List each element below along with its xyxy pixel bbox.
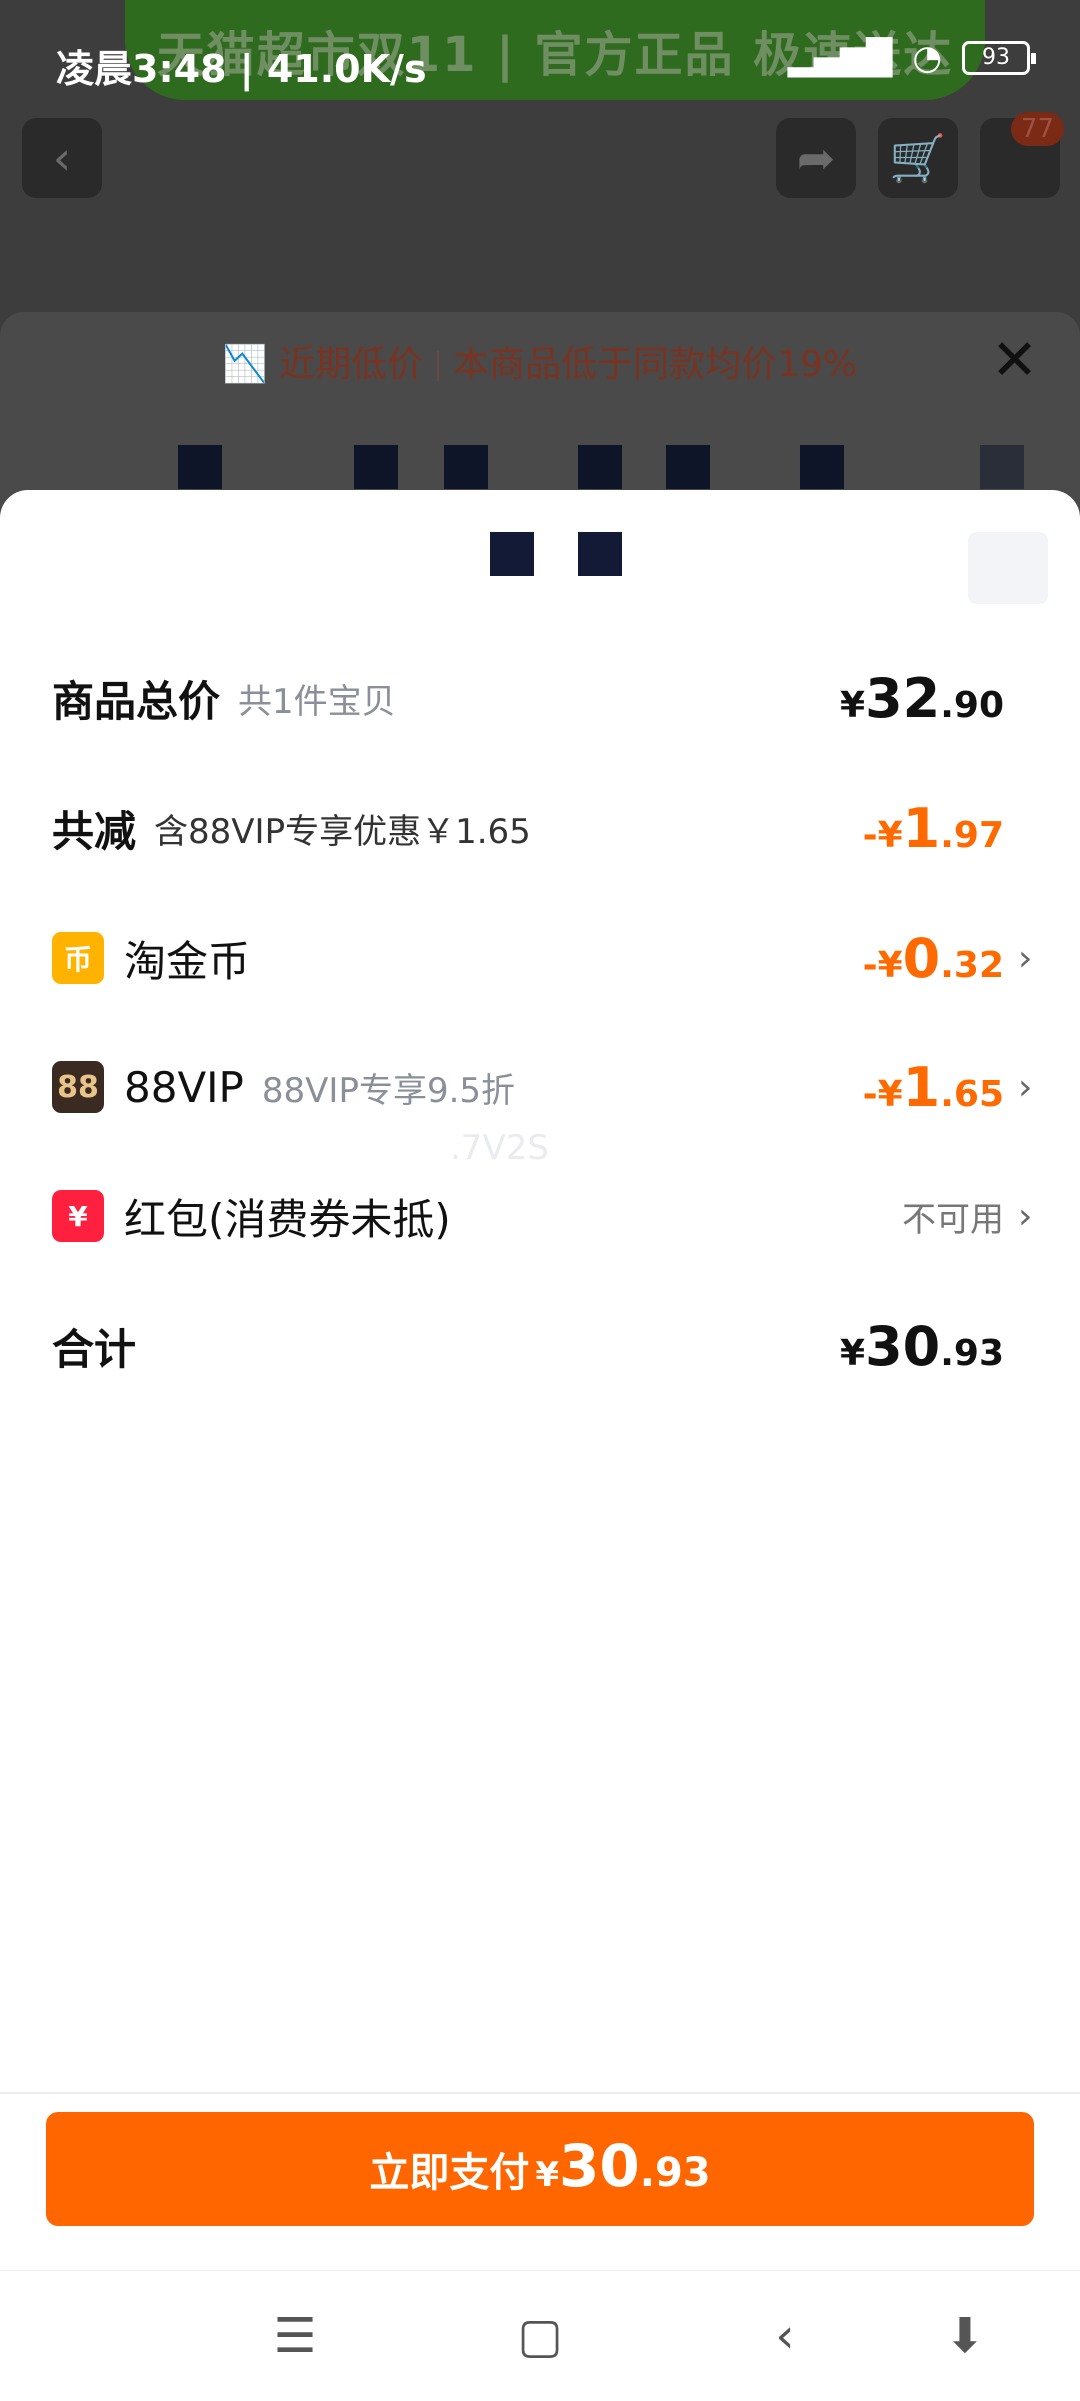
back-icon[interactable]: ‹ (22, 118, 102, 198)
vip-amount: -¥ 1.65 (862, 1055, 1004, 1119)
coin-label: 淘金币 (124, 936, 251, 986)
sum-amount: ¥30.93 (840, 1314, 1004, 1378)
divider (0, 2092, 1080, 2094)
close-icon[interactable]: ✕ (991, 333, 1038, 389)
pay-label: 立即支付 (369, 2150, 530, 2196)
home-icon[interactable]: ▢ (505, 2301, 575, 2371)
low-price-desc: 本商品低于同款均价19% (453, 344, 858, 385)
variant-thumb[interactable] (578, 445, 622, 489)
watermark: .7V2S (450, 1128, 549, 1168)
vip-sub: 88VIP专享9.5折 (261, 1070, 516, 1111)
coin-amount: -¥ 0.32 (862, 926, 1004, 990)
coin-icon: 币 (52, 932, 104, 984)
row-coin[interactable]: 币 淘金币 -¥ 0.32 › (52, 918, 1040, 998)
vip-icon: 88 (52, 1061, 104, 1113)
sheet-handle-block (578, 532, 622, 576)
status-time-speed: 凌晨3:48 | 41.0K/s (56, 47, 427, 91)
pay-now-button[interactable]: 立即支付 ¥30.93 (46, 2112, 1034, 2226)
total-amount: ¥32.90 (840, 666, 1004, 730)
menu-icon[interactable]: ☰ (260, 2301, 330, 2371)
signal-icon: ▂▄▆█ (787, 38, 893, 78)
back-nav-icon[interactable]: ‹ (750, 2301, 820, 2371)
variant-thumb[interactable] (354, 445, 398, 489)
variant-thumb[interactable] (800, 445, 844, 489)
vip-label: 88VIP (124, 1062, 244, 1112)
pay-dec: .93 (639, 2150, 711, 2196)
redpack-status: 不可用 (902, 1199, 1004, 1240)
variant-thumb[interactable] (666, 445, 710, 489)
pay-currency: ¥ (535, 2155, 560, 2195)
assistant-icon[interactable]: ⬇ (930, 2301, 1000, 2371)
chevron-right-icon: › (1018, 1066, 1033, 1108)
variant-thumb[interactable] (444, 445, 488, 489)
row-sum: 合计 ¥30.93 (52, 1306, 1040, 1386)
sum-label: 合计 (52, 1324, 137, 1374)
discount-label: 共减 (52, 806, 137, 856)
row-discount: 共减 含88VIP专享优惠￥1.65 -¥ 1.97 (52, 788, 1040, 868)
discount-sub: 含88VIP专享优惠￥1.65 (154, 811, 531, 852)
cart-icon[interactable]: 🛒 (878, 118, 958, 198)
battery-icon: 93 (962, 41, 1036, 75)
more-icon[interactable]: 77 (980, 112, 1064, 198)
row-redpack[interactable]: ¥ 红包(消费券未抵) 不可用 › (52, 1176, 1040, 1256)
collapse-button[interactable] (968, 532, 1048, 604)
chevron-right-icon: › (1018, 937, 1033, 979)
red-packet-icon: ¥ (52, 1190, 104, 1242)
total-sub: 共1件宝贝 (238, 681, 396, 722)
variant-thumb[interactable] (980, 445, 1024, 489)
system-nav-bar: ☰ ▢ ‹ ⬇ (0, 2270, 1080, 2401)
row-total: 商品总价 共1件宝贝 ¥32.90 (52, 658, 1040, 738)
wifi-icon: ◔ (912, 38, 942, 78)
total-label: 商品总价 (52, 676, 221, 726)
sheet-handle-block (490, 532, 534, 576)
variant-thumb[interactable] (178, 445, 222, 489)
pay-int: 30 (559, 2132, 640, 2200)
redpack-label: 红包(消费券未抵) (124, 1194, 451, 1244)
low-price-tag: 近期低价 (279, 344, 424, 385)
chevron-right-icon: › (1018, 1195, 1033, 1237)
trend-down-icon: 📉 (222, 344, 268, 385)
low-price-banner: 📉 近期低价 本商品低于同款均价19% (0, 335, 1080, 387)
row-vip[interactable]: 88 88VIP 88VIP专享9.5折 -¥ 1.65 › (52, 1047, 1040, 1127)
share-icon[interactable]: ➦ (776, 118, 856, 198)
status-bar: 凌晨3:48 | 41.0K/s ▂▄▆█ ◔ 93 (0, 0, 1080, 120)
discount-amount: -¥ 1.97 (862, 796, 1004, 860)
